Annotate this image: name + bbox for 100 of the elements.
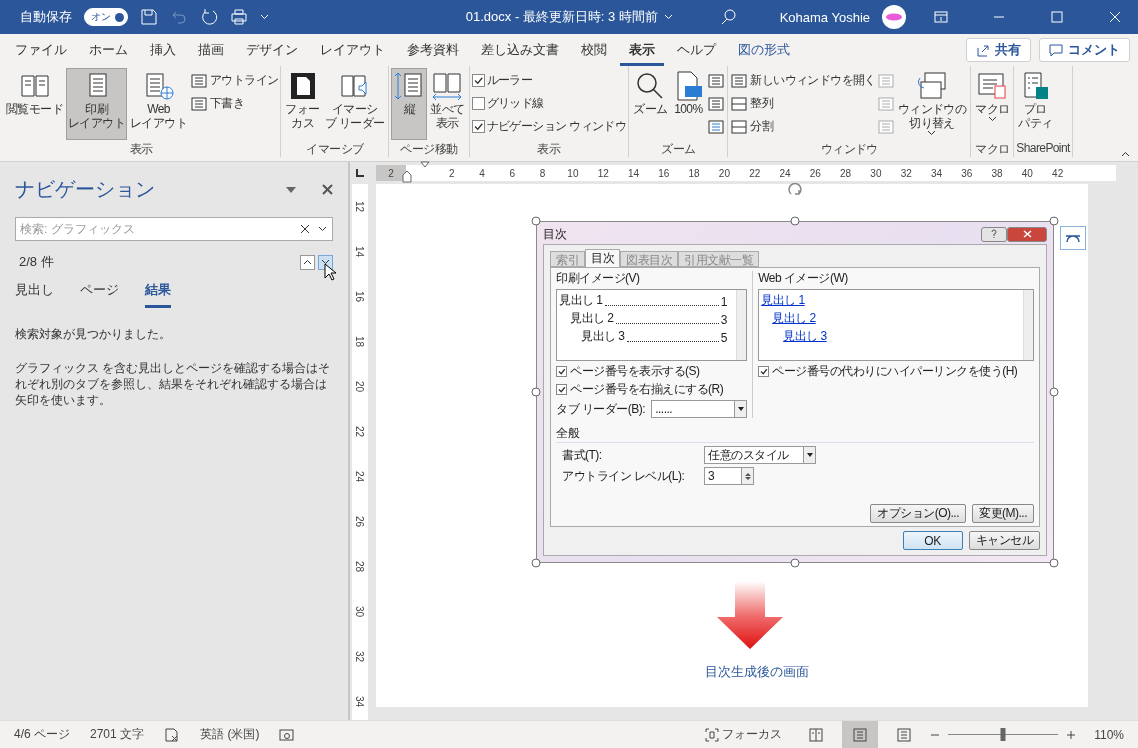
ribbon-button[interactable]: マクロ [973,68,1012,140]
ribbon-button[interactable]: Web レイアウト [128,68,190,140]
page-count[interactable]: 4/6 ページ [14,726,70,743]
pane-tab[interactable]: 見出し [15,277,54,308]
dialog-tab[interactable]: 目次 [585,249,620,267]
document-title: 01.docx - 最終更新日時: 3 時間前 [465,8,658,26]
selection-handle[interactable] [790,216,800,226]
dialog-button[interactable]: 変更(M)... [972,504,1034,523]
ribbon-button[interactable]: 並べて 表示 [428,68,467,140]
selection-handle[interactable] [1049,387,1059,397]
proofing-icon[interactable] [164,727,181,742]
ruler-number: 18 [687,167,701,179]
print-icon[interactable] [230,8,248,26]
dialog-checkbox[interactable]: ページ番号の代わりにハイパーリンクを使う(H) [758,364,1034,379]
ribbon-button[interactable]: イマーシ ブ リーダー [322,68,387,140]
group-label: イマーシブ [305,141,365,157]
dialog-checkbox[interactable]: ページ番号を右揃えにする(R) [556,382,748,397]
ruler-number: 30 [354,605,366,618]
comment-button[interactable]: コメント [1039,38,1130,62]
ribbon-button[interactable]: 整列 [730,93,876,114]
selection-handle[interactable] [531,387,541,397]
heading-link[interactable]: 見出し 3 [783,329,827,343]
dialog-button[interactable]: オプション(O)... [870,504,966,523]
leader-dropdown[interactable]: ...... [651,400,748,418]
macro-icon [976,70,1009,102]
selection-handle[interactable] [1049,216,1059,226]
ribbon-button[interactable]: 縦 [391,68,428,140]
rotate-handle-icon[interactable] [787,182,803,198]
check-mark-icon [472,121,484,132]
ribbon-tab[interactable]: ヘルプ [668,34,725,66]
ribbon-button[interactable]: フォー カス [283,68,322,140]
cancel-button[interactable]: キャンセル [968,531,1040,550]
clear-icon[interactable] [300,224,310,234]
close-button[interactable] [1007,226,1047,242]
focus-button[interactable]: フォーカス [705,726,783,743]
ribbon-button[interactable]: ズーム [631,68,670,140]
ribbon-tab[interactable]: レイアウト [311,34,394,66]
print-layout-icon [852,727,869,742]
dialog-checkbox[interactable]: ページ番号を表示する(S) [556,364,748,379]
ribbon-tab[interactable]: 挿入 [141,34,185,66]
help-button[interactable] [981,226,1007,242]
user-avatar[interactable] [882,5,906,29]
ribbon-checkbox[interactable]: ルーラー [471,70,627,91]
zoom-in-icon[interactable] [1066,729,1077,740]
ribbon-button[interactable]: ウィンドウの 切り替え [895,68,969,140]
selection-handle[interactable] [531,216,541,226]
ribbon-tab[interactable]: 参考資料 [398,34,468,66]
view-button[interactable] [842,720,879,748]
field-label: Web イメージ(W) [758,271,849,286]
ribbon-button[interactable]: 下書き [190,93,279,114]
ribbon-button[interactable]: アウトライン [190,70,279,91]
format-dropdown[interactable]: 任意のスタイル [704,446,816,464]
ribbon-tab[interactable]: 差し込み文書 [472,34,568,66]
wrap-text-icon [1065,232,1081,244]
ruler-number: 14 [626,167,641,179]
ruler-number: 14 [354,245,366,258]
pane-tab[interactable]: 結果 [145,277,171,308]
ribbon-tab[interactable]: ホーム [80,34,137,66]
ribbon-tab[interactable]: 描画 [189,34,233,66]
ribbon-button[interactable]: 新しいウィンドウを開く [730,70,876,91]
left-tab-icon [355,168,365,178]
ribbon-button[interactable]: プロ パティ [1016,68,1055,140]
ribbon-tab[interactable]: 校閲 [572,34,616,66]
selection-handle[interactable] [1049,558,1059,568]
selection-handle[interactable] [531,558,541,568]
close-icon[interactable] [322,184,333,195]
layout-options-button[interactable] [1060,226,1086,250]
ribbon-checkbox[interactable]: グリッド線 [471,93,627,114]
result-message: グラフィックス を含む見出しとページを確認する場合はそれぞれ別のタブを参照し、結果をそれぞれ確認する場合は矢印を使います。 [15,360,332,408]
ribbon-button[interactable]: 閲覧モード [4,68,65,140]
pane-options-icon[interactable] [286,186,296,193]
save-icon[interactable] [140,8,158,26]
ruler-number: 2 [387,167,395,179]
ribbon-checkbox[interactable]: ナビゲーション ウィンドウ [471,116,627,137]
search-icon[interactable] [719,8,738,26]
ribbon-button[interactable]: 印刷 レイアウト [66,68,128,140]
previous-result-button[interactable] [300,254,315,270]
caret-icon [663,14,673,20]
ribbon-tab[interactable]: デザイン [237,34,307,66]
zoom-level[interactable]: 110% [1094,727,1124,742]
ribbon-tab[interactable]: 図の形式 [729,34,799,66]
search-field[interactable]: 検索: グラフィックス [15,217,333,241]
heading-link[interactable]: 見出し 2 [772,311,816,325]
word-count[interactable]: 2701 文字 [90,726,145,743]
scrollbar [1023,290,1033,360]
pane-tab[interactable]: ページ [80,277,119,308]
share-button[interactable]: 共有 [966,38,1031,62]
ok-button[interactable]: OK [902,531,963,550]
autosave-toggle[interactable]: オン [84,8,128,26]
level-spinbox[interactable]: 3 [704,467,754,485]
ribbon-tab[interactable]: ファイル [6,34,76,66]
ribbon-button[interactable]: 分割 [730,116,876,137]
selection-handle[interactable] [790,558,800,568]
field-label: タブ リーダー(B): [556,401,646,417]
redo-icon[interactable] [200,8,218,26]
language[interactable]: 英語 (米国) [200,726,260,743]
heading-link[interactable]: 見出し 1 [761,293,805,307]
heading-entry: 見出し 1 [559,292,603,309]
ribbon-button[interactable]: 100% [670,68,707,140]
ruler-number: 6 [508,167,517,179]
